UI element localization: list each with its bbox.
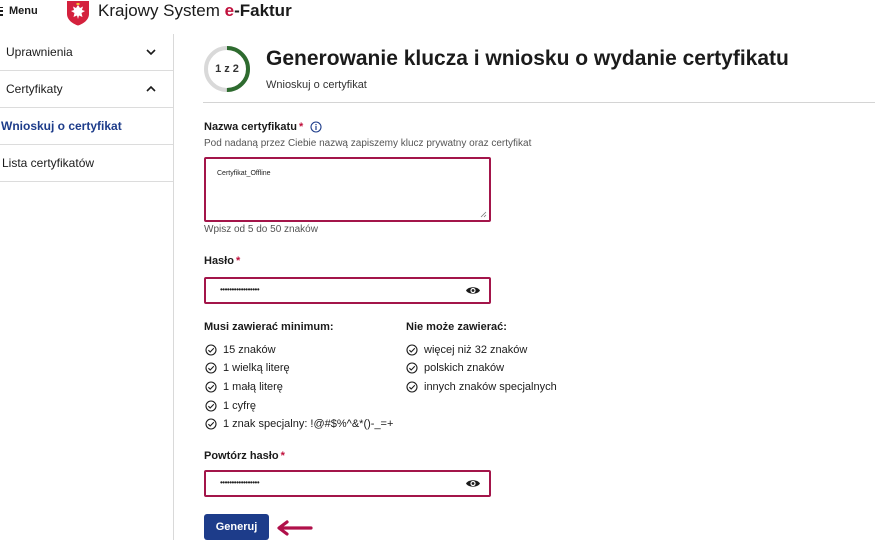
check-circle-icon [205,362,217,374]
check-circle-icon [406,344,418,356]
password-label: Hasło * [204,255,240,267]
must-contain-title: Musi zawierać minimum: [204,321,334,333]
restriction-text: innych znaków specjalnych [424,381,557,393]
repeat-password-field[interactable]: ••••••••••••••••• [204,470,491,497]
menu-label: Menu [9,5,38,17]
step-indicator: 1 z 2 [215,63,239,75]
generate-button[interactable]: Generuj [204,514,269,540]
password-value: ••••••••••••••••• [220,285,260,294]
requirement-item: 1 wielką literę [205,362,290,374]
requirement-text: 1 wielką literę [223,362,290,374]
chevron-up-icon [146,85,156,92]
brand-title[interactable]: Krajowy System e-Faktur [98,0,292,22]
requirement-text: 1 cyfrę [223,400,257,412]
brand-prefix: Krajowy System [98,1,225,20]
show-password-eye-icon[interactable] [465,285,481,296]
password-label-text: Hasło [204,255,234,267]
must-not-contain-title: Nie może zawierać: [406,321,507,333]
brand-suffix: -Faktur [234,1,292,20]
requirement-item: 1 małą literę [205,381,283,393]
restriction-item: polskich znaków [406,362,504,374]
required-mark: * [280,450,285,462]
repeat-password-label-text: Powtórz hasło [204,450,279,462]
top-header: Menu Krajowy System e-Faktur [0,0,880,34]
check-circle-icon [205,344,217,356]
sidebar-item-label: Lista certyfikatów [2,156,95,170]
main-content: 1 z 2 Generowanie klucza i wniosku o wyd… [175,34,880,540]
check-circle-icon [205,381,217,393]
polish-eagle-logo [67,1,89,26]
password-field[interactable]: ••••••••••••••••• [204,277,491,304]
sidebar: Uprawnienia Certyfikaty Wnioskuj o certy… [0,34,174,540]
check-circle-icon [205,418,217,430]
sidebar-item-certyfikaty[interactable]: Certyfikaty [0,71,173,108]
certificate-name-length-hint: Wpisz od 5 do 50 znaków [204,224,318,235]
sidebar-item-uprawnienia[interactable]: Uprawnienia [0,34,173,71]
sidebar-item-wnioskuj-o-certyfikat[interactable]: Wnioskuj o certyfikat [0,108,173,145]
certificate-name-label-text: Nazwa certyfikatu [204,121,297,133]
divider [203,102,875,103]
restriction-item: więcej niż 32 znaków [406,344,527,356]
certificate-name-label: Nazwa certyfikatu * [204,121,322,133]
info-icon[interactable] [310,121,322,133]
requirement-item: 15 znaków [205,344,276,356]
requirement-text: 1 znak specjalny: !@#$%^&*()-_=+ [223,418,394,430]
repeat-password-value: ••••••••••••••••• [220,478,260,487]
restriction-text: polskich znaków [424,362,505,374]
check-circle-icon [406,381,418,393]
certificate-name-value: Certyfikat_Offline [217,170,271,177]
show-password-eye-icon[interactable] [465,478,481,489]
menu-button[interactable]: Menu [0,3,38,19]
page-title: Generowanie klucza i wniosku o wydanie c… [266,47,789,70]
brand-e: e [224,1,235,20]
resize-handle-icon[interactable] [480,211,487,218]
sidebar-item-label: Wnioskuj o certyfikat [1,119,122,133]
sidebar-item-label: Uprawnienia [6,45,73,59]
certificate-name-hint: Pod nadaną przez Ciebie nazwą zapiszemy … [204,138,532,149]
required-mark: * [298,121,304,133]
requirement-text: 1 małą literę [223,381,283,393]
chevron-down-icon [146,49,156,56]
page-subtitle: Wnioskuj o certyfikat [266,79,367,91]
requirement-item: 1 cyfrę [205,400,256,412]
hamburger-icon [0,6,4,16]
check-circle-icon [205,400,217,412]
restriction-text: więcej niż 32 znaków [424,344,528,356]
arrow-left-icon [277,520,313,536]
certificate-name-field[interactable]: Certyfikat_Offline [204,157,491,222]
requirement-text: 15 znaków [223,344,276,356]
required-mark: * [235,255,241,267]
sidebar-item-label: Certyfikaty [6,82,63,96]
check-circle-icon [406,362,418,374]
repeat-password-label: Powtórz hasło * [204,450,285,462]
requirement-item: 1 znak specjalny: !@#$%^&*()-_=+ [205,418,393,430]
sidebar-item-lista-certyfikatow[interactable]: Lista certyfikatów [0,145,173,182]
restriction-item: innych znaków specjalnych [406,381,557,393]
